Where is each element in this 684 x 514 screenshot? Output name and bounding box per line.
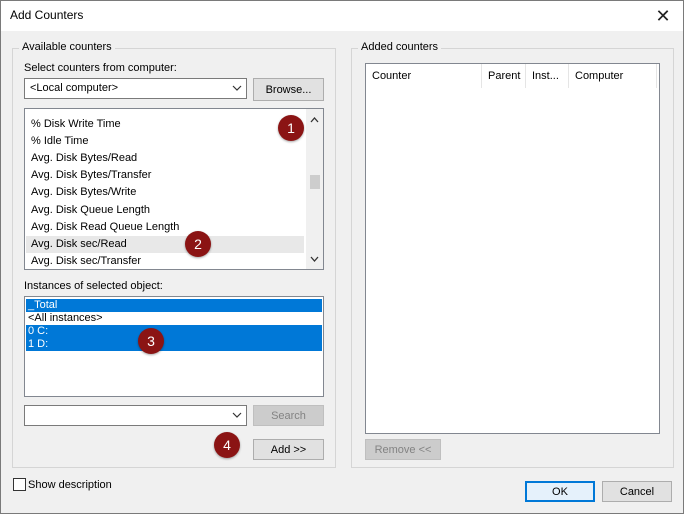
counters-scrollbar[interactable]: [306, 109, 323, 269]
search-combo[interactable]: [24, 405, 247, 426]
chevron-down-icon: [231, 82, 243, 94]
counter-item[interactable]: Avg. Disk sec/Read: [26, 236, 304, 253]
ok-button[interactable]: OK: [525, 481, 595, 502]
close-icon: ✕: [655, 5, 671, 26]
select-computer-label: Select counters from computer:: [24, 62, 177, 74]
instance-item[interactable]: 1 D:: [26, 338, 322, 351]
callout-badge-4: 4: [214, 432, 240, 458]
counter-item[interactable]: % Disk Write Time: [26, 116, 304, 133]
show-description-label: Show description: [28, 479, 112, 491]
instance-item[interactable]: <All instances>: [26, 312, 322, 325]
computer-select[interactable]: <Local computer>: [24, 78, 247, 99]
counter-item[interactable]: Avg. Disk Bytes/Transfer: [26, 167, 304, 184]
available-counters-label: Available counters: [19, 41, 115, 53]
column-header-parent[interactable]: Parent: [482, 64, 526, 88]
show-description-checkbox[interactable]: [13, 478, 26, 491]
chevron-down-icon: [231, 409, 243, 421]
add-counters-dialog: Add Counters ✕ Available counters Select…: [0, 0, 684, 514]
added-counters-label: Added counters: [358, 41, 442, 53]
counter-item[interactable]: Avg. Disk Queue Length: [26, 202, 304, 219]
window-title: Add Counters: [10, 8, 84, 22]
column-header-computer[interactable]: Computer: [569, 64, 657, 88]
column-header-counter[interactable]: Counter: [366, 64, 482, 88]
callout-badge-3: 3: [138, 328, 164, 354]
counter-item[interactable]: % Idle Time: [26, 133, 304, 150]
callout-badge-1: 1: [278, 115, 304, 141]
column-header-instance[interactable]: Inst...: [526, 64, 569, 88]
computer-select-value: <Local computer>: [30, 82, 119, 94]
instances-label: Instances of selected object:: [24, 280, 163, 292]
counter-item[interactable]: Avg. Disk Bytes/Write: [26, 184, 304, 201]
instances-list[interactable]: _Total <All instances> 0 C: 1 D:: [24, 296, 324, 397]
search-button[interactable]: Search: [253, 405, 324, 426]
title-bar: Add Counters ✕: [1, 1, 683, 31]
close-button[interactable]: ✕: [643, 1, 683, 31]
instance-item[interactable]: 0 C:: [26, 325, 322, 338]
remove-button[interactable]: Remove <<: [365, 439, 441, 460]
add-button[interactable]: Add >>: [253, 439, 324, 460]
scroll-down-icon[interactable]: [306, 250, 323, 267]
counter-item[interactable]: Avg. Disk Bytes/Read: [26, 150, 304, 167]
scrollbar-thumb[interactable]: [310, 175, 320, 189]
callout-badge-2: 2: [185, 231, 211, 257]
counter-item[interactable]: Avg. Disk sec/Transfer: [26, 253, 304, 269]
instance-item[interactable]: _Total: [26, 299, 322, 312]
added-counters-list[interactable]: Counter Parent Inst... Computer: [365, 63, 660, 434]
browse-button[interactable]: Browse...: [253, 78, 324, 101]
counter-item[interactable]: Avg. Disk Read Queue Length: [26, 219, 304, 236]
cancel-button[interactable]: Cancel: [602, 481, 672, 502]
scroll-up-icon[interactable]: [306, 111, 323, 128]
